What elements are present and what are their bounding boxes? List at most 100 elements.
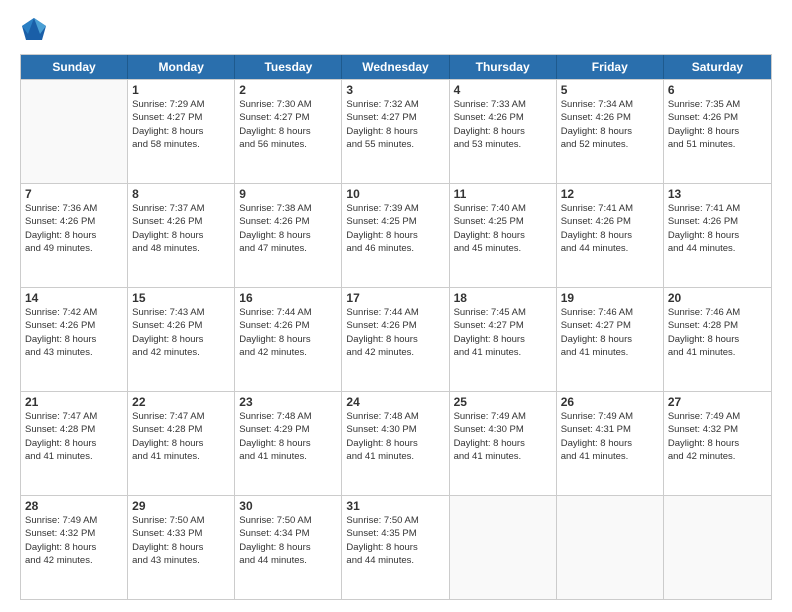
day-number: 28 bbox=[25, 499, 123, 513]
calendar-cell: 19Sunrise: 7:46 AM Sunset: 4:27 PM Dayli… bbox=[557, 288, 664, 391]
day-number: 8 bbox=[132, 187, 230, 201]
day-info: Sunrise: 7:43 AM Sunset: 4:26 PM Dayligh… bbox=[132, 306, 230, 359]
calendar-cell: 4Sunrise: 7:33 AM Sunset: 4:26 PM Daylig… bbox=[450, 80, 557, 183]
calendar-cell: 23Sunrise: 7:48 AM Sunset: 4:29 PM Dayli… bbox=[235, 392, 342, 495]
calendar-cell: 26Sunrise: 7:49 AM Sunset: 4:31 PM Dayli… bbox=[557, 392, 664, 495]
day-number: 10 bbox=[346, 187, 444, 201]
day-number: 3 bbox=[346, 83, 444, 97]
day-info: Sunrise: 7:44 AM Sunset: 4:26 PM Dayligh… bbox=[239, 306, 337, 359]
day-info: Sunrise: 7:40 AM Sunset: 4:25 PM Dayligh… bbox=[454, 202, 552, 255]
day-info: Sunrise: 7:33 AM Sunset: 4:26 PM Dayligh… bbox=[454, 98, 552, 151]
calendar: SundayMondayTuesdayWednesdayThursdayFrid… bbox=[20, 54, 772, 600]
calendar-day-header: Sunday bbox=[21, 55, 128, 79]
day-number: 12 bbox=[561, 187, 659, 201]
day-info: Sunrise: 7:46 AM Sunset: 4:28 PM Dayligh… bbox=[668, 306, 767, 359]
calendar-day-header: Thursday bbox=[450, 55, 557, 79]
day-info: Sunrise: 7:29 AM Sunset: 4:27 PM Dayligh… bbox=[132, 98, 230, 151]
day-info: Sunrise: 7:35 AM Sunset: 4:26 PM Dayligh… bbox=[668, 98, 767, 151]
day-info: Sunrise: 7:49 AM Sunset: 4:32 PM Dayligh… bbox=[25, 514, 123, 567]
calendar-cell: 12Sunrise: 7:41 AM Sunset: 4:26 PM Dayli… bbox=[557, 184, 664, 287]
calendar-cell: 16Sunrise: 7:44 AM Sunset: 4:26 PM Dayli… bbox=[235, 288, 342, 391]
calendar-cell: 3Sunrise: 7:32 AM Sunset: 4:27 PM Daylig… bbox=[342, 80, 449, 183]
day-number: 18 bbox=[454, 291, 552, 305]
calendar-cell bbox=[450, 496, 557, 599]
day-info: Sunrise: 7:47 AM Sunset: 4:28 PM Dayligh… bbox=[132, 410, 230, 463]
day-number: 15 bbox=[132, 291, 230, 305]
logo bbox=[20, 16, 52, 44]
day-info: Sunrise: 7:37 AM Sunset: 4:26 PM Dayligh… bbox=[132, 202, 230, 255]
day-number: 27 bbox=[668, 395, 767, 409]
calendar-cell: 24Sunrise: 7:48 AM Sunset: 4:30 PM Dayli… bbox=[342, 392, 449, 495]
calendar-cell: 25Sunrise: 7:49 AM Sunset: 4:30 PM Dayli… bbox=[450, 392, 557, 495]
day-number: 26 bbox=[561, 395, 659, 409]
day-number: 1 bbox=[132, 83, 230, 97]
calendar-cell: 20Sunrise: 7:46 AM Sunset: 4:28 PM Dayli… bbox=[664, 288, 771, 391]
day-number: 31 bbox=[346, 499, 444, 513]
calendar-cell: 13Sunrise: 7:41 AM Sunset: 4:26 PM Dayli… bbox=[664, 184, 771, 287]
day-info: Sunrise: 7:46 AM Sunset: 4:27 PM Dayligh… bbox=[561, 306, 659, 359]
day-info: Sunrise: 7:42 AM Sunset: 4:26 PM Dayligh… bbox=[25, 306, 123, 359]
day-info: Sunrise: 7:41 AM Sunset: 4:26 PM Dayligh… bbox=[668, 202, 767, 255]
day-number: 25 bbox=[454, 395, 552, 409]
page: SundayMondayTuesdayWednesdayThursdayFrid… bbox=[0, 0, 792, 612]
calendar-cell: 31Sunrise: 7:50 AM Sunset: 4:35 PM Dayli… bbox=[342, 496, 449, 599]
day-info: Sunrise: 7:50 AM Sunset: 4:34 PM Dayligh… bbox=[239, 514, 337, 567]
day-info: Sunrise: 7:36 AM Sunset: 4:26 PM Dayligh… bbox=[25, 202, 123, 255]
day-number: 2 bbox=[239, 83, 337, 97]
day-number: 19 bbox=[561, 291, 659, 305]
calendar-cell: 8Sunrise: 7:37 AM Sunset: 4:26 PM Daylig… bbox=[128, 184, 235, 287]
day-info: Sunrise: 7:34 AM Sunset: 4:26 PM Dayligh… bbox=[561, 98, 659, 151]
day-number: 14 bbox=[25, 291, 123, 305]
day-number: 7 bbox=[25, 187, 123, 201]
day-info: Sunrise: 7:41 AM Sunset: 4:26 PM Dayligh… bbox=[561, 202, 659, 255]
day-number: 4 bbox=[454, 83, 552, 97]
calendar-cell: 30Sunrise: 7:50 AM Sunset: 4:34 PM Dayli… bbox=[235, 496, 342, 599]
calendar-header: SundayMondayTuesdayWednesdayThursdayFrid… bbox=[21, 55, 771, 79]
calendar-row: 1Sunrise: 7:29 AM Sunset: 4:27 PM Daylig… bbox=[21, 79, 771, 183]
calendar-cell: 2Sunrise: 7:30 AM Sunset: 4:27 PM Daylig… bbox=[235, 80, 342, 183]
calendar-day-header: Saturday bbox=[664, 55, 771, 79]
calendar-row: 7Sunrise: 7:36 AM Sunset: 4:26 PM Daylig… bbox=[21, 183, 771, 287]
day-info: Sunrise: 7:48 AM Sunset: 4:29 PM Dayligh… bbox=[239, 410, 337, 463]
day-info: Sunrise: 7:32 AM Sunset: 4:27 PM Dayligh… bbox=[346, 98, 444, 151]
calendar-cell: 29Sunrise: 7:50 AM Sunset: 4:33 PM Dayli… bbox=[128, 496, 235, 599]
day-info: Sunrise: 7:47 AM Sunset: 4:28 PM Dayligh… bbox=[25, 410, 123, 463]
day-number: 24 bbox=[346, 395, 444, 409]
day-info: Sunrise: 7:48 AM Sunset: 4:30 PM Dayligh… bbox=[346, 410, 444, 463]
day-number: 17 bbox=[346, 291, 444, 305]
calendar-row: 21Sunrise: 7:47 AM Sunset: 4:28 PM Dayli… bbox=[21, 391, 771, 495]
calendar-body: 1Sunrise: 7:29 AM Sunset: 4:27 PM Daylig… bbox=[21, 79, 771, 599]
day-number: 5 bbox=[561, 83, 659, 97]
day-number: 9 bbox=[239, 187, 337, 201]
day-info: Sunrise: 7:49 AM Sunset: 4:31 PM Dayligh… bbox=[561, 410, 659, 463]
day-number: 13 bbox=[668, 187, 767, 201]
day-info: Sunrise: 7:50 AM Sunset: 4:35 PM Dayligh… bbox=[346, 514, 444, 567]
calendar-row: 28Sunrise: 7:49 AM Sunset: 4:32 PM Dayli… bbox=[21, 495, 771, 599]
day-info: Sunrise: 7:49 AM Sunset: 4:32 PM Dayligh… bbox=[668, 410, 767, 463]
calendar-cell: 5Sunrise: 7:34 AM Sunset: 4:26 PM Daylig… bbox=[557, 80, 664, 183]
calendar-day-header: Monday bbox=[128, 55, 235, 79]
calendar-cell: 21Sunrise: 7:47 AM Sunset: 4:28 PM Dayli… bbox=[21, 392, 128, 495]
day-number: 22 bbox=[132, 395, 230, 409]
day-info: Sunrise: 7:38 AM Sunset: 4:26 PM Dayligh… bbox=[239, 202, 337, 255]
day-number: 20 bbox=[668, 291, 767, 305]
day-number: 30 bbox=[239, 499, 337, 513]
calendar-day-header: Wednesday bbox=[342, 55, 449, 79]
day-info: Sunrise: 7:49 AM Sunset: 4:30 PM Dayligh… bbox=[454, 410, 552, 463]
day-number: 23 bbox=[239, 395, 337, 409]
calendar-day-header: Tuesday bbox=[235, 55, 342, 79]
calendar-cell: 11Sunrise: 7:40 AM Sunset: 4:25 PM Dayli… bbox=[450, 184, 557, 287]
calendar-cell bbox=[21, 80, 128, 183]
calendar-day-header: Friday bbox=[557, 55, 664, 79]
day-info: Sunrise: 7:50 AM Sunset: 4:33 PM Dayligh… bbox=[132, 514, 230, 567]
calendar-cell: 14Sunrise: 7:42 AM Sunset: 4:26 PM Dayli… bbox=[21, 288, 128, 391]
calendar-cell: 10Sunrise: 7:39 AM Sunset: 4:25 PM Dayli… bbox=[342, 184, 449, 287]
calendar-cell: 1Sunrise: 7:29 AM Sunset: 4:27 PM Daylig… bbox=[128, 80, 235, 183]
day-number: 6 bbox=[668, 83, 767, 97]
calendar-cell: 28Sunrise: 7:49 AM Sunset: 4:32 PM Dayli… bbox=[21, 496, 128, 599]
calendar-cell: 27Sunrise: 7:49 AM Sunset: 4:32 PM Dayli… bbox=[664, 392, 771, 495]
calendar-cell: 7Sunrise: 7:36 AM Sunset: 4:26 PM Daylig… bbox=[21, 184, 128, 287]
day-number: 21 bbox=[25, 395, 123, 409]
day-info: Sunrise: 7:30 AM Sunset: 4:27 PM Dayligh… bbox=[239, 98, 337, 151]
day-number: 16 bbox=[239, 291, 337, 305]
